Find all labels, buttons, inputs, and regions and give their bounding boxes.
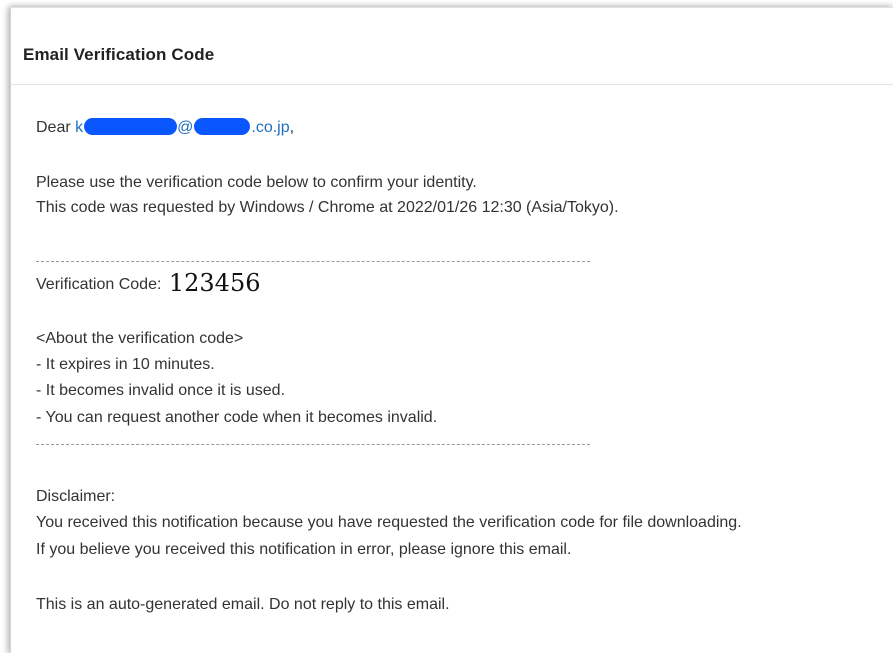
greeting-comma: ,	[289, 119, 295, 136]
about-item: - It expires in 10 minutes.	[36, 356, 215, 373]
redaction-mark	[194, 118, 251, 135]
request-info-line: This code was requested by Windows / Chr…	[36, 199, 619, 216]
verification-code-label: Verification Code:	[36, 276, 162, 293]
redaction-mark	[84, 118, 178, 135]
about-item: - You can request another code when it b…	[36, 409, 438, 426]
email-message-card: Email Verification Code Dear k @ .co.jp, P…	[10, 7, 893, 653]
disclaimer-line: You received this notification because y…	[36, 514, 742, 531]
dashed-divider-bottom	[36, 444, 590, 445]
email-domain-suffix: .co.jp	[251, 119, 290, 136]
email-prefix-text: k	[75, 119, 84, 136]
about-item: - It becomes invalid once it is used.	[36, 382, 286, 399]
about-heading: <About the verification code>	[36, 330, 244, 347]
email-at-sign: @	[177, 119, 194, 136]
verification-code-value: 123456	[168, 269, 261, 297]
disclaimer-heading: Disclaimer:	[36, 488, 116, 505]
greeting-line: Dear k @ .co.jp,	[36, 118, 294, 138]
email-header: Email Verification Code	[11, 8, 893, 85]
salutation-text: Dear	[36, 119, 71, 136]
disclaimer-line: If you believe you received this notific…	[36, 541, 572, 558]
verification-code-line: Verification Code: 123456	[36, 271, 260, 295]
recipient-email-link[interactable]: k @ .co.jp	[75, 118, 290, 136]
auto-generated-note: This is an auto-generated email. Do not …	[36, 596, 450, 613]
dashed-divider-top	[36, 261, 590, 262]
email-subject-title: Email Verification Code	[23, 45, 215, 64]
intro-line: Please use the verification code below t…	[36, 174, 477, 191]
